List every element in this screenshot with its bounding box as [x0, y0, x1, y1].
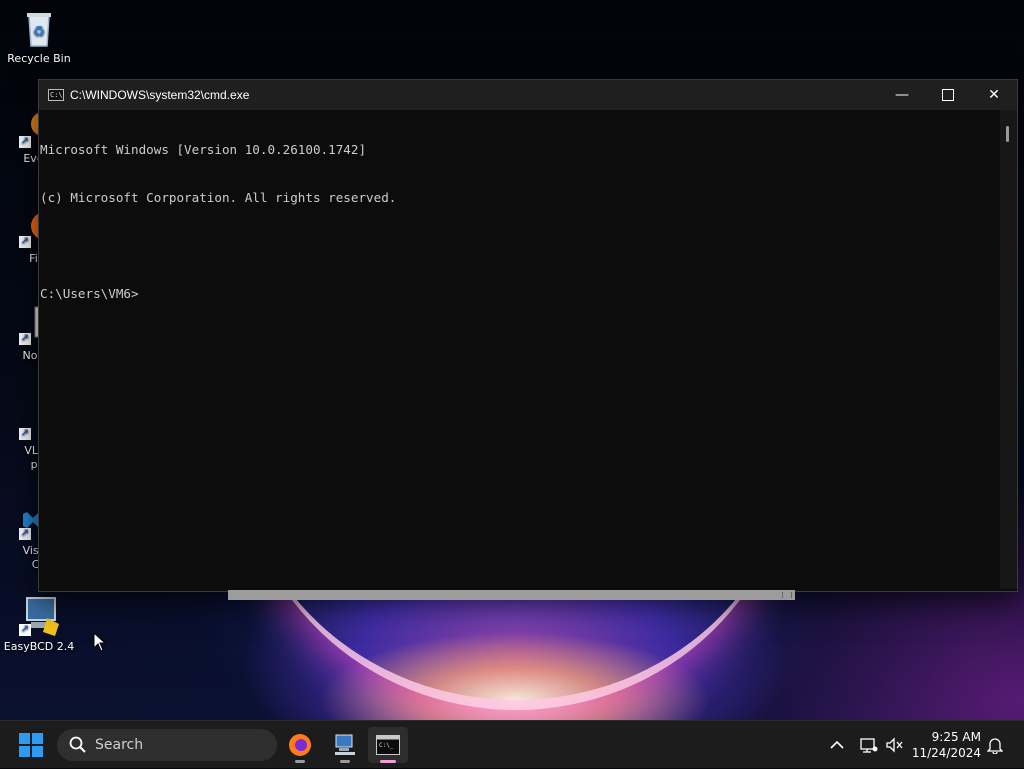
minimize-button[interactable]: —: [879, 80, 925, 110]
scrollbar-thumb[interactable]: [1006, 126, 1009, 142]
shortcut-arrow-icon: ↗: [19, 136, 31, 148]
running-indicator: [380, 760, 396, 763]
search-icon: [69, 736, 87, 754]
volume-button[interactable]: [886, 721, 904, 769]
shortcut-arrow-icon: ↗: [19, 236, 31, 248]
chevron-up-icon: [830, 740, 844, 749]
maximize-button[interactable]: [925, 80, 971, 110]
speaker-muted-icon: [886, 737, 903, 753]
notifications-button[interactable]: [987, 721, 1003, 769]
close-icon: ✕: [988, 87, 1000, 103]
console-line: (c) Microsoft Corporation. All rights re…: [40, 190, 397, 205]
taskbar-app-command-prompt[interactable]: C:\_: [368, 727, 408, 763]
shortcut-arrow-icon: ↗: [19, 333, 31, 345]
easybcd-icon: ↗: [19, 596, 59, 636]
resize-grip-icon: [782, 592, 792, 598]
taskbar: Search C:\_ 9:25 AM 11/24/2024: [0, 720, 1024, 768]
svg-text:C:\_: C:\_: [379, 742, 394, 749]
horizontal-scrollbar[interactable]: [228, 590, 795, 600]
running-indicator: [295, 760, 305, 763]
desktop-icon-easybcd[interactable]: ↗ EasyBCD 2.4: [1, 596, 77, 654]
clock-date: 11/24/2024: [911, 746, 981, 760]
command-prompt-icon: C:\: [48, 89, 64, 101]
windows-logo-icon: [19, 733, 30, 744]
start-button[interactable]: [19, 733, 43, 757]
desktop-icon-label: Recycle Bin: [7, 52, 71, 65]
desktop-icon-label: EasyBCD 2.4: [3, 640, 75, 653]
taskbar-app-firefox[interactable]: [280, 727, 320, 763]
search-label: Search: [95, 737, 144, 753]
window-title: C:\WINDOWS\system32\cmd.exe: [70, 88, 250, 102]
clock-time: 9:25 AM: [931, 730, 981, 744]
maximize-icon: [942, 89, 954, 101]
shortcut-arrow-icon: ↗: [19, 624, 31, 636]
taskbar-search-box[interactable]: Search: [57, 729, 277, 761]
close-button[interactable]: ✕: [971, 80, 1017, 110]
command-prompt-icon: C:\_: [376, 735, 400, 755]
network-computer-icon: [335, 734, 355, 755]
vertical-scrollbar[interactable]: [1000, 110, 1017, 589]
recycle-bin-icon: ♻: [19, 8, 59, 48]
show-hidden-icons-button[interactable]: [830, 721, 844, 769]
desktop-icon-recycle-bin[interactable]: ♻ Recycle Bin: [1, 8, 77, 66]
network-ethernet-icon: [860, 738, 878, 753]
shortcut-arrow-icon: ↗: [19, 528, 31, 540]
svg-text:♻: ♻: [33, 24, 46, 40]
title-bar[interactable]: C:\ C:\WINDOWS\system32\cmd.exe — ✕: [39, 80, 1017, 110]
console-output[interactable]: Microsoft Windows [Version 10.0.26100.17…: [39, 110, 1000, 589]
cmd-window[interactable]: C:\ C:\WINDOWS\system32\cmd.exe — ✕ Micr…: [38, 79, 1018, 592]
bell-icon: [987, 738, 1003, 754]
taskbar-clock[interactable]: 9:25 AM 11/24/2024: [912, 729, 981, 761]
network-status-button[interactable]: [860, 721, 878, 769]
console-prompt: C:\Users\VM6>: [40, 286, 139, 301]
shortcut-arrow-icon: ↗: [19, 428, 31, 440]
taskbar-app-network-computer[interactable]: [325, 727, 365, 763]
running-indicator: [340, 760, 350, 763]
firefox-icon: [289, 734, 311, 756]
mouse-cursor-icon: [93, 632, 105, 652]
minimize-icon: —: [895, 87, 909, 103]
console-line: Microsoft Windows [Version 10.0.26100.17…: [40, 142, 367, 157]
